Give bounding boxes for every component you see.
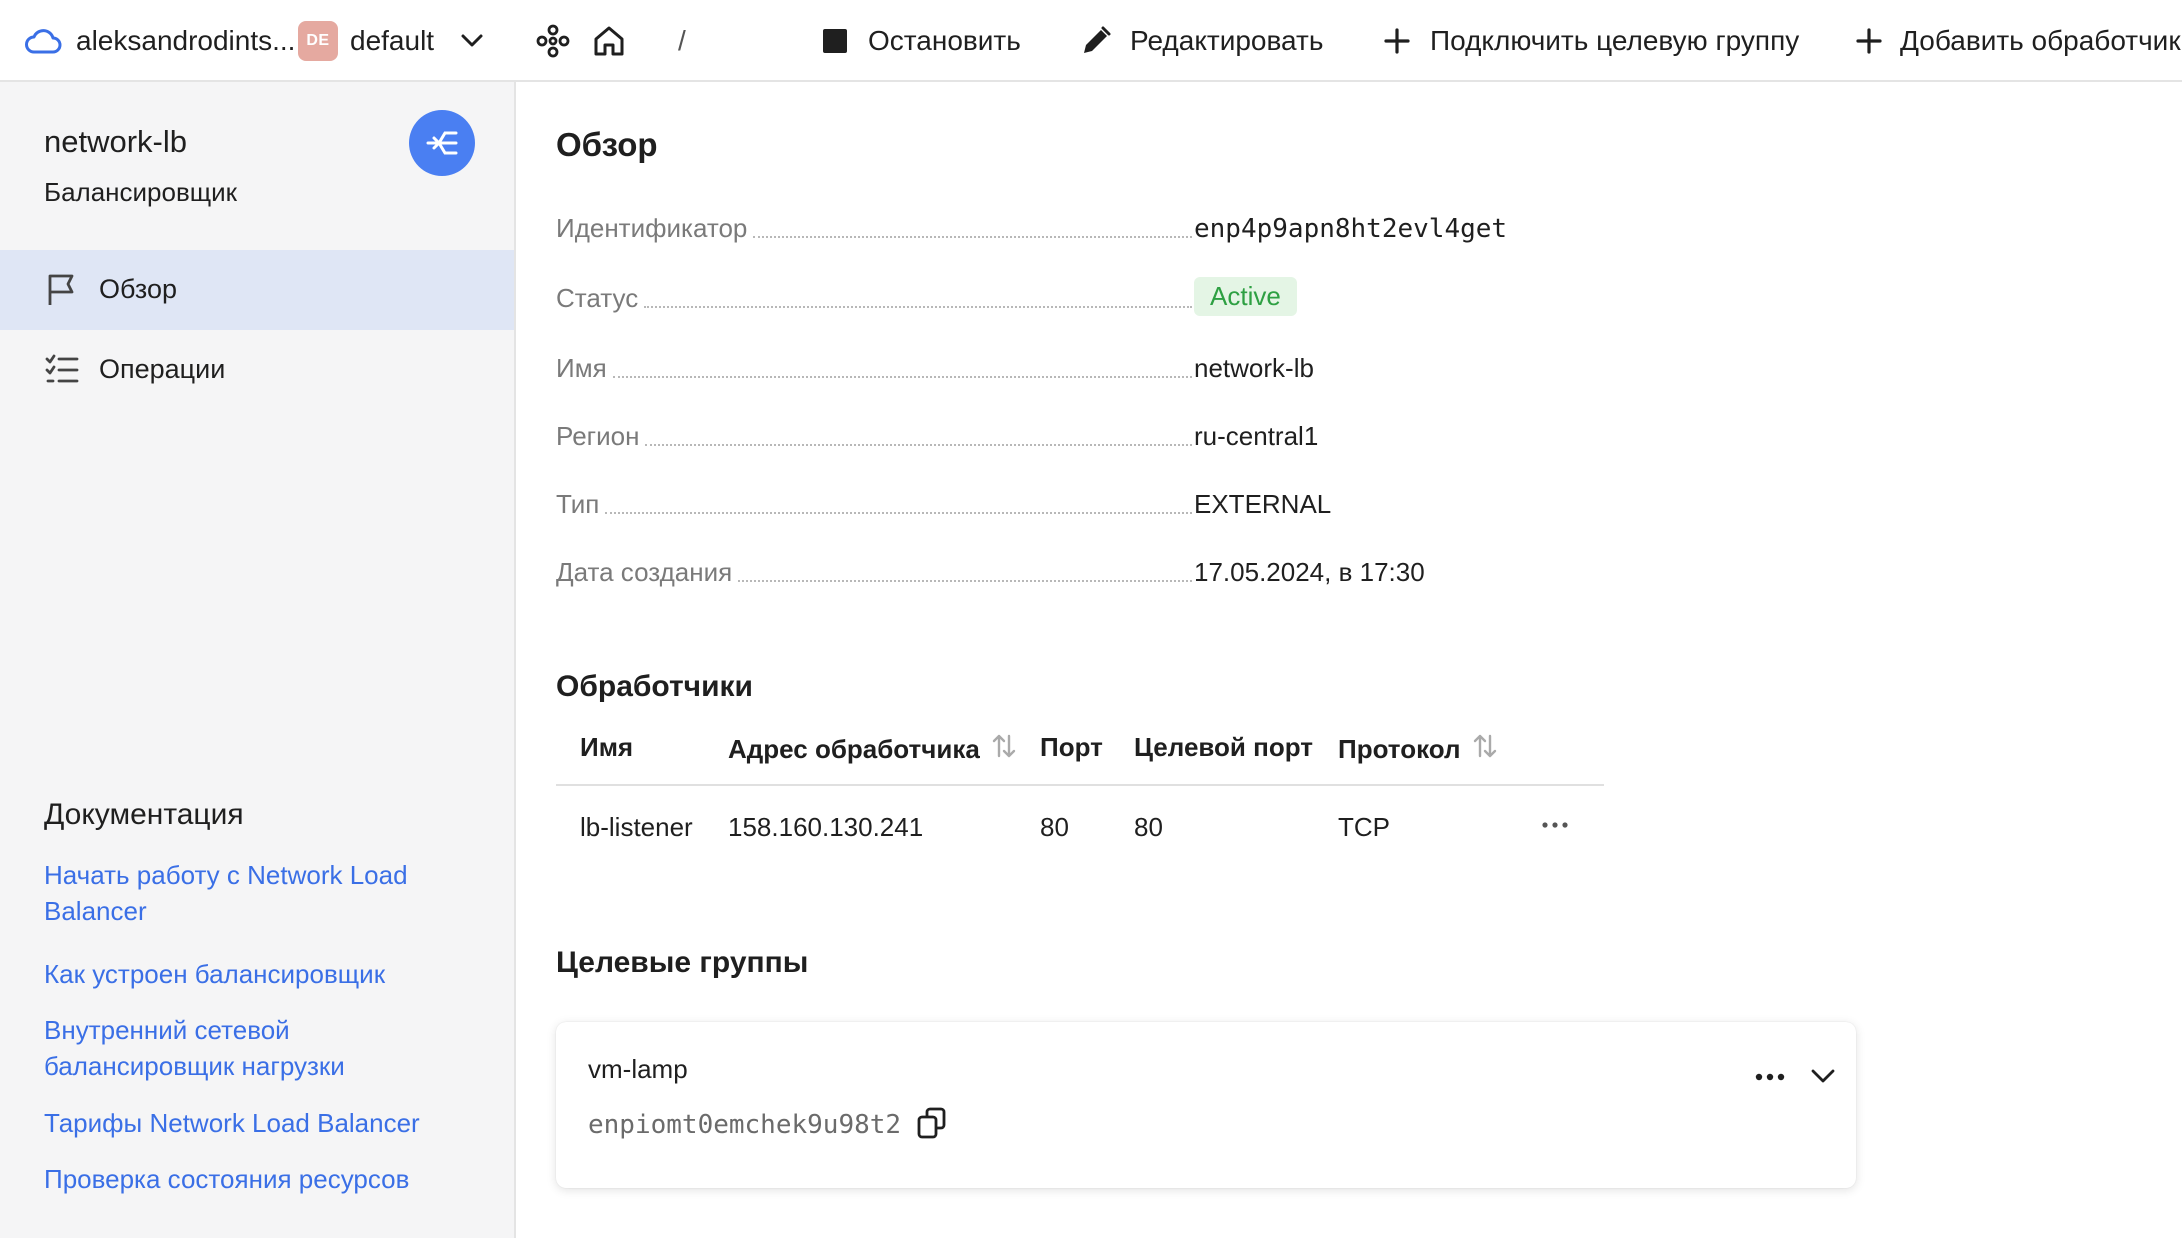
prop-row-status: Статус Active: [556, 276, 1496, 318]
home-icon: [592, 24, 626, 58]
folder-selector[interactable]: DE default: [298, 0, 484, 82]
target-group-id: enpiomt0emchek9u98t2: [588, 1110, 902, 1140]
page-title: Обзор: [556, 126, 658, 163]
prop-key: Тип: [556, 484, 1192, 520]
copy-icon[interactable]: [916, 1106, 948, 1145]
status-badge: Active: [1194, 276, 1297, 316]
doc-link-internal-lb[interactable]: Внутренний сетевой балансировщик нагрузк…: [44, 1012, 484, 1084]
prop-row-type: Тип EXTERNAL: [556, 484, 1496, 524]
edit-label: Редактировать: [1130, 25, 1324, 56]
prop-row-id: Идентификатор enp4p9apn8ht2evl4get: [556, 208, 1507, 248]
table-divider: [556, 784, 1604, 786]
sidebar: network-lb Балансировщик Обзор Операции …: [0, 82, 516, 1238]
sidebar-item-label: Операции: [99, 354, 226, 384]
folder-name: default: [350, 25, 435, 56]
target-groups-title: Целевые группы: [556, 946, 809, 979]
doc-link-health-checks[interactable]: Проверка состояния ресурсов: [44, 1161, 484, 1197]
prop-value: enp4p9apn8ht2evl4get: [1194, 214, 1508, 244]
prop-key: Статус: [556, 278, 1192, 314]
prop-key: Имя: [556, 348, 1192, 384]
col-header-port: Порт: [1040, 732, 1103, 762]
prop-value: 17.05.2024, в 17:30: [1194, 557, 1425, 587]
attach-target-group-button[interactable]: Подключить целевую группу: [1384, 0, 1799, 82]
cloud-icon: [24, 26, 62, 56]
col-header-address[interactable]: Адрес обработчика: [728, 732, 1018, 767]
prop-value: network-lb: [1194, 353, 1314, 383]
sidebar-item-operations[interactable]: Операции: [0, 330, 514, 410]
main-content: Обзор Идентификатор enp4p9apn8ht2evl4get…: [518, 82, 2182, 1238]
doc-link-getting-started[interactable]: Начать работу с Network Load Balancer: [44, 857, 484, 929]
pencil-icon: [1080, 25, 1112, 57]
services-icon: [536, 24, 570, 58]
cell-target-port: 80: [1134, 812, 1163, 842]
prop-value: Active: [1194, 274, 1297, 318]
load-balancer-service-icon: [409, 110, 475, 176]
resource-type: Балансировщик: [44, 177, 238, 207]
prop-row-name: Имя network-lb: [556, 348, 1496, 388]
chevron-down-icon[interactable]: [460, 33, 484, 49]
prop-key: Дата создания: [556, 552, 1192, 588]
attach-target-group-label: Подключить целевую группу: [1430, 25, 1800, 56]
add-listener-label: Добавить обработчик: [1900, 25, 2181, 56]
services-button[interactable]: [536, 0, 570, 82]
stop-label: Остановить: [868, 25, 1021, 56]
breadcrumb-separator: /: [678, 25, 686, 56]
edit-button[interactable]: Редактировать: [1080, 0, 1323, 82]
docs-title: Документация: [44, 798, 244, 831]
plus-icon: [1384, 28, 1410, 54]
col-header-target-port: Целевой порт: [1134, 732, 1313, 762]
flag-icon: [44, 272, 80, 308]
prop-value: ru-central1: [1194, 421, 1319, 451]
col-header-protocol[interactable]: Протокол: [1338, 732, 1499, 767]
prop-row-created: Дата создания 17.05.2024, в 17:30: [556, 552, 1496, 592]
prop-value: EXTERNAL: [1194, 489, 1332, 519]
doc-link-pricing[interactable]: Тарифы Network Load Balancer: [44, 1105, 484, 1141]
list-icon: [44, 352, 80, 388]
cell-port: 80: [1040, 812, 1069, 842]
sort-icon[interactable]: [1471, 732, 1499, 767]
card-more-icon[interactable]: [1752, 1062, 1788, 1097]
listeners-title: Обработчики: [556, 670, 753, 703]
target-group-name: vm-lamp: [588, 1054, 688, 1084]
sidebar-item-label: Обзор: [99, 274, 177, 304]
home-button[interactable]: [592, 0, 626, 82]
cell-address: 158.160.130.241: [728, 812, 924, 842]
folder-badge: DE: [298, 21, 338, 61]
chevron-down-icon[interactable]: [1810, 1066, 1836, 1091]
cloud-selector[interactable]: aleksandrodints...: [24, 0, 295, 82]
add-listener-button[interactable]: Добавить обработчик: [1856, 0, 2181, 82]
plus-icon: [1856, 28, 1882, 54]
sort-icon[interactable]: [990, 732, 1018, 767]
resource-title: network-lb: [44, 124, 187, 159]
cloud-name: aleksandrodints...: [76, 25, 296, 56]
prop-key: Регион: [556, 416, 1192, 452]
col-header-name: Имя: [580, 732, 634, 762]
top-bar: aleksandrodints... DE default / Останови…: [0, 0, 2182, 82]
doc-link-concepts[interactable]: Как устроен балансировщик: [44, 956, 484, 992]
cell-name: lb-listener: [580, 812, 693, 842]
row-more-icon[interactable]: [1538, 808, 1572, 849]
cell-protocol: TCP: [1338, 812, 1390, 842]
prop-row-region: Регион ru-central1: [556, 416, 1496, 456]
sidebar-item-overview[interactable]: Обзор: [0, 250, 514, 330]
target-group-card: vm-lamp enpiomt0emchek9u98t2: [556, 1022, 1856, 1188]
stop-button[interactable]: Остановить: [822, 0, 1021, 82]
stop-icon: [822, 28, 848, 54]
prop-key: Идентификатор: [556, 208, 1192, 244]
